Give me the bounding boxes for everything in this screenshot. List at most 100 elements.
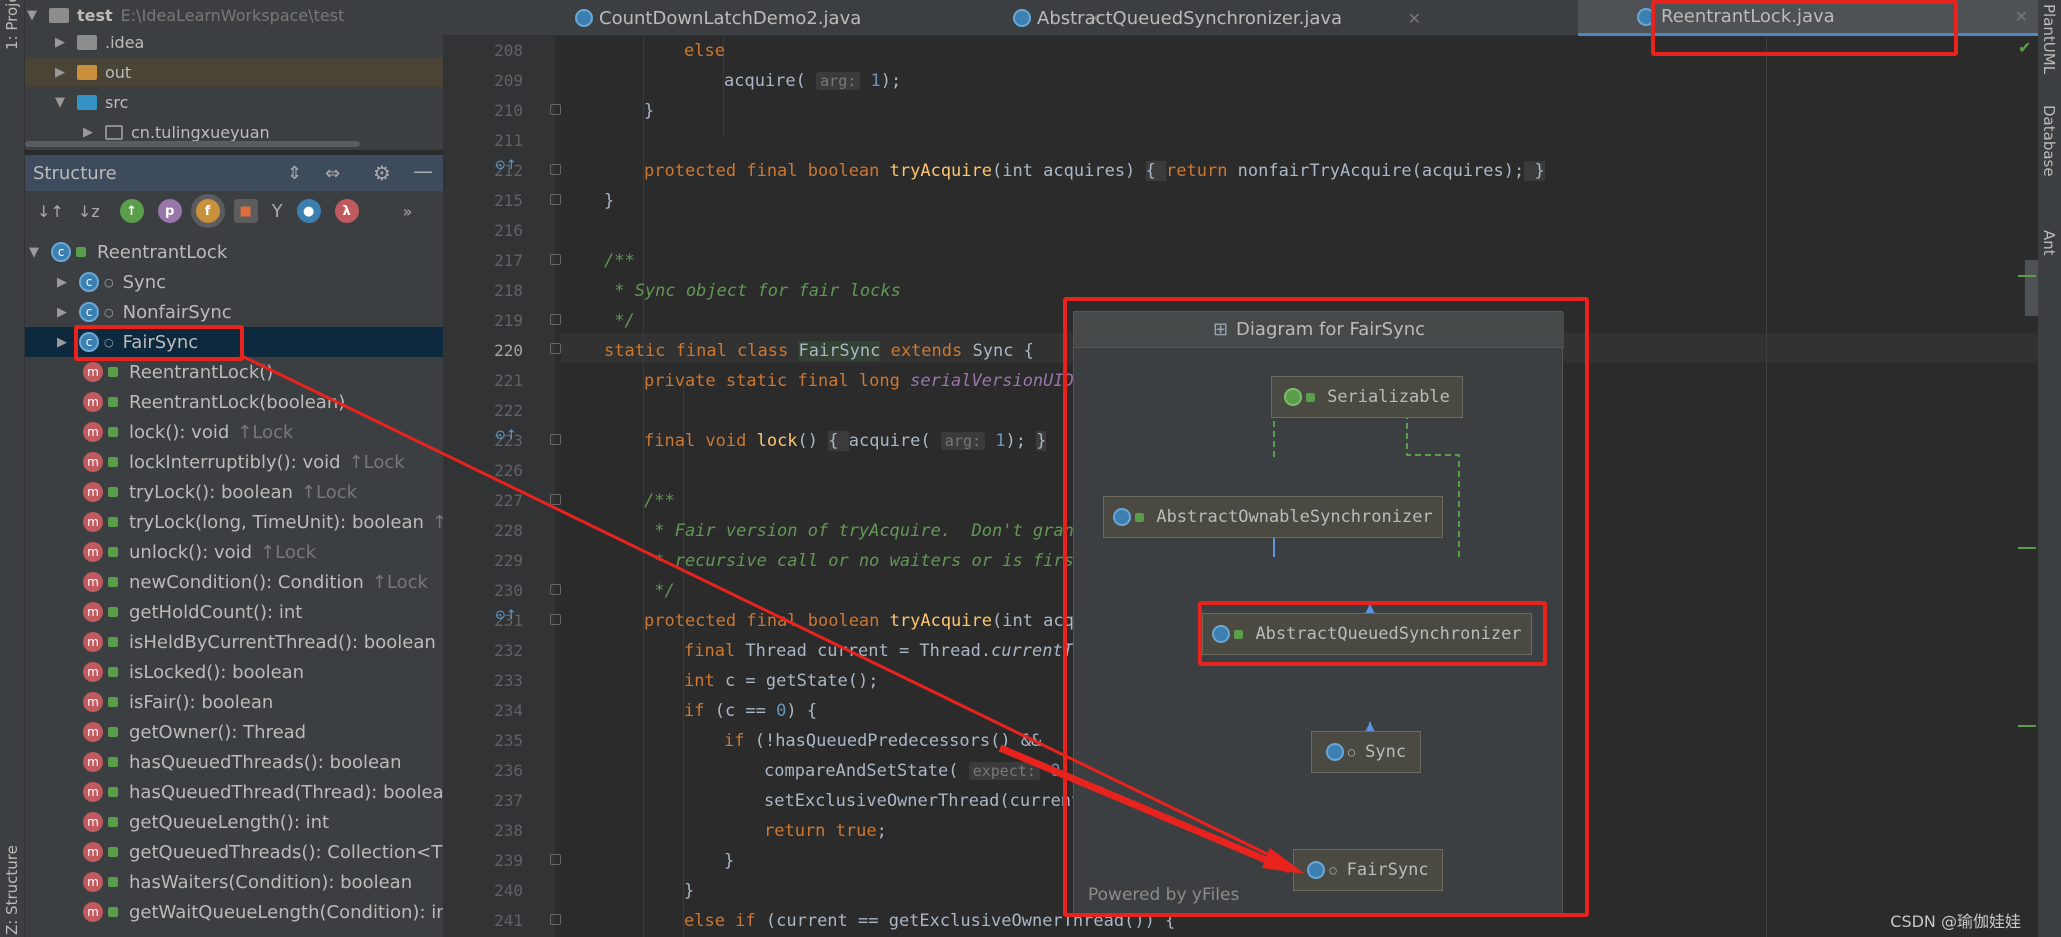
structure-row[interactable]: ▶ c ○ Sync bbox=[25, 267, 443, 297]
show-fields-icon[interactable]: f bbox=[195, 199, 220, 223]
override-marker-icon[interactable]: ⊙↑ bbox=[495, 428, 517, 443]
structure-row[interactable]: m unlock(): void ↑Lock bbox=[25, 537, 443, 567]
vertical-scrollbar[interactable] bbox=[2025, 260, 2038, 316]
sort-by-visibility-icon[interactable]: ↓↑ bbox=[37, 202, 64, 221]
fold-icon[interactable] bbox=[550, 254, 561, 265]
fold-icon[interactable] bbox=[550, 164, 561, 175]
code-line-238: return true; bbox=[764, 816, 887, 846]
method-icon: m bbox=[83, 482, 103, 502]
structure-root-label: ReentrantLock bbox=[97, 241, 228, 263]
method-name: tryAcquire bbox=[889, 611, 992, 631]
show-inherited-icon[interactable]: ↑ bbox=[119, 199, 144, 223]
code-text: } bbox=[644, 101, 655, 121]
tree-item-src[interactable]: ▼ src bbox=[25, 87, 443, 117]
method-icon: m bbox=[83, 542, 103, 562]
fold-icon[interactable] bbox=[550, 104, 561, 115]
lock-icon bbox=[108, 817, 118, 827]
collapse-all-icon[interactable]: ⇔ bbox=[325, 163, 340, 184]
structure-row[interactable]: m hasQueuedThreads(): boolean bbox=[25, 747, 443, 777]
fold-icon[interactable] bbox=[550, 614, 561, 625]
method-icon: m bbox=[83, 422, 103, 442]
structure-row[interactable]: m isFair(): boolean bbox=[25, 687, 443, 717]
tree-item-out[interactable]: ▶ out bbox=[25, 57, 443, 87]
structure-row[interactable]: m newCondition(): Condition ↑Lock bbox=[25, 567, 443, 597]
folded-brace[interactable]: } bbox=[1524, 161, 1545, 181]
fold-icon[interactable] bbox=[550, 854, 561, 865]
show-lambdas-icon[interactable]: ● bbox=[296, 199, 321, 223]
ant-tool-tab[interactable]: Ant bbox=[2040, 230, 2058, 256]
expand-arrow-icon[interactable]: ▼ bbox=[53, 95, 67, 110]
structure-row[interactable]: m isHeldByCurrentThread(): boolean bbox=[25, 627, 443, 657]
structure-row[interactable]: m getWaitQueueLength(Condition): in bbox=[25, 897, 443, 927]
structure-row[interactable]: m lockInterruptibly(): void ↑Lock bbox=[25, 447, 443, 477]
expand-arrow-icon[interactable]: ▶ bbox=[55, 275, 69, 290]
expand-arrow-icon[interactable]: ▶ bbox=[55, 335, 69, 350]
structure-row[interactable]: m isLocked(): boolean bbox=[25, 657, 443, 687]
expand-arrow-icon[interactable]: ▶ bbox=[53, 35, 67, 50]
close-icon[interactable]: ✕ bbox=[2015, 7, 2028, 26]
structure-row[interactable]: m getOwner(): Thread bbox=[25, 717, 443, 747]
structure-row[interactable]: m lock(): void ↑Lock bbox=[25, 417, 443, 447]
fold-icon[interactable] bbox=[550, 434, 561, 445]
minimize-icon[interactable]: — bbox=[413, 159, 433, 183]
structure-row[interactable]: m tryLock(): boolean ↑Lock bbox=[25, 477, 443, 507]
override-marker-icon[interactable]: ⊙↑ bbox=[495, 608, 517, 623]
show-non-public-icon[interactable]: ■ bbox=[233, 199, 258, 223]
structure-row[interactable]: m getQueueLength(): int bbox=[25, 807, 443, 837]
fold-icon[interactable] bbox=[550, 343, 561, 354]
lock-icon bbox=[108, 607, 118, 617]
lambda-icon[interactable]: λ bbox=[334, 199, 359, 223]
fold-icon[interactable] bbox=[550, 314, 561, 325]
horizontal-scrollbar[interactable] bbox=[25, 141, 360, 147]
structure-row[interactable]: m tryLock(long, TimeUnit): boolean ↑Lo bbox=[25, 507, 443, 537]
keyword: return true bbox=[764, 821, 877, 841]
show-properties-icon[interactable]: p bbox=[157, 199, 182, 223]
expand-arrow-icon[interactable]: ▶ bbox=[81, 125, 95, 140]
code-line-218: * Sync object for fair locks bbox=[604, 276, 901, 306]
more-icon[interactable]: » bbox=[403, 202, 413, 221]
code-text: } bbox=[604, 191, 615, 211]
expand-arrow-icon[interactable]: ▼ bbox=[27, 245, 41, 260]
folded-brace[interactable]: } bbox=[1036, 431, 1047, 451]
fold-icon[interactable] bbox=[550, 494, 561, 505]
structure-row[interactable]: m ReentrantLock(boolean) bbox=[25, 387, 443, 417]
keyword: extends bbox=[880, 341, 973, 361]
fold-icon[interactable] bbox=[550, 914, 561, 925]
tab-abstractqueuedsynchronizer[interactable]: AbstractQueuedSynchronizer.java ✕ bbox=[1001, 0, 1431, 36]
structure-row[interactable]: ▶ c ○ NonfairSync bbox=[25, 297, 443, 327]
tree-item-idea[interactable]: ▶ .idea bbox=[25, 27, 443, 57]
lock-icon bbox=[108, 427, 118, 437]
gear-icon[interactable]: ⚙ bbox=[373, 161, 391, 185]
structure-tool-tab[interactable]: Z: Structure bbox=[3, 835, 21, 935]
show-anonymous-icon[interactable]: Y bbox=[272, 201, 283, 222]
method-icon: m bbox=[83, 842, 103, 862]
structure-row[interactable]: m ReentrantLock() bbox=[25, 357, 443, 387]
folded-brace[interactable]: { bbox=[828, 431, 849, 451]
folded-brace[interactable]: { bbox=[1145, 161, 1167, 181]
lock-icon bbox=[76, 247, 86, 257]
sort-alpha-icon[interactable]: ↓z bbox=[78, 202, 100, 221]
expand-arrow-icon[interactable]: ▶ bbox=[55, 305, 69, 320]
field-name: serialVersionUID bbox=[910, 371, 1074, 391]
inherited-from-label: ↑Lock bbox=[237, 421, 294, 443]
structure-panel: Structure ⇕ ⇔ ⚙ — ↓↑ ↓z ↑ p f ■ Y ● λ » … bbox=[25, 155, 443, 937]
plantuml-tool-tab[interactable]: PlantUML bbox=[2040, 4, 2058, 74]
expand-arrow-icon[interactable]: ▶ bbox=[53, 65, 67, 80]
structure-row[interactable]: m getQueuedThreads(): Collection<Th bbox=[25, 837, 443, 867]
structure-row[interactable]: m getHoldCount(): int bbox=[25, 597, 443, 627]
close-icon[interactable]: ✕ bbox=[1408, 9, 1421, 28]
expand-all-icon[interactable]: ⇕ bbox=[287, 163, 302, 184]
structure-root[interactable]: ▼ c ReentrantLock bbox=[25, 237, 443, 267]
project-tool-tab[interactable]: 1: Project bbox=[3, 0, 21, 50]
override-marker-icon[interactable]: ⊙↑ bbox=[495, 158, 517, 173]
code-line-208: else bbox=[684, 36, 725, 66]
structure-row[interactable]: m hasWaiters(Condition): boolean bbox=[25, 867, 443, 897]
fold-icon[interactable] bbox=[550, 584, 561, 595]
structure-row[interactable]: m hasQueuedThread(Thread): boolean bbox=[25, 777, 443, 807]
database-tool-tab[interactable]: Database bbox=[2040, 105, 2058, 177]
expand-arrow-icon[interactable]: ▼ bbox=[25, 8, 39, 23]
tree-item-root[interactable]: ▼ test E:\IdeaLearnWorkspace\test bbox=[25, 0, 443, 30]
code-line-219: */ bbox=[604, 306, 634, 336]
fold-icon[interactable] bbox=[550, 194, 561, 205]
structure-row-label: unlock(): void bbox=[129, 541, 253, 563]
